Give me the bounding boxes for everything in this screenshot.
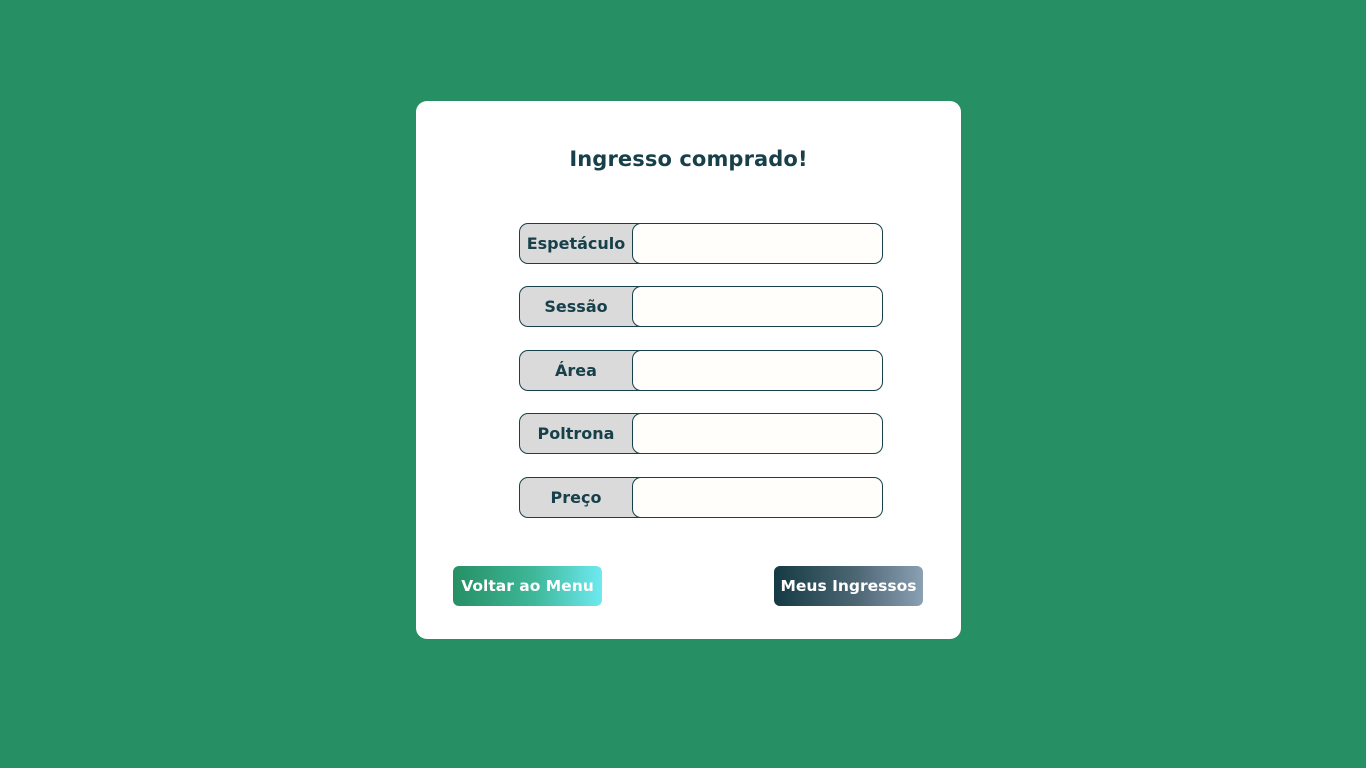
- field-label-sessao: Sessão: [519, 286, 649, 327]
- field-label-preco: Preço: [519, 477, 649, 518]
- field-label-poltrona: Poltrona: [519, 413, 649, 454]
- my-tickets-button[interactable]: Meus Ingressos: [774, 566, 923, 606]
- field-row-poltrona: Poltrona: [519, 413, 883, 454]
- preco-field[interactable]: [632, 477, 883, 518]
- page-title: Ingresso comprado!: [569, 147, 808, 171]
- field-row-espetaculo: Espetáculo: [519, 223, 883, 264]
- back-to-menu-button[interactable]: Voltar ao Menu: [453, 566, 602, 606]
- poltrona-field[interactable]: [632, 413, 883, 454]
- field-row-sessao: Sessão: [519, 286, 883, 327]
- field-row-area: Área: [519, 350, 883, 391]
- ticket-card: Ingresso comprado! Espetáculo Sessão Áre…: [416, 101, 961, 639]
- espetaculo-field[interactable]: [632, 223, 883, 264]
- field-row-preco: Preço: [519, 477, 883, 518]
- sessao-field[interactable]: [632, 286, 883, 327]
- area-field[interactable]: [632, 350, 883, 391]
- field-label-espetaculo: Espetáculo: [519, 223, 649, 264]
- field-label-area: Área: [519, 350, 649, 391]
